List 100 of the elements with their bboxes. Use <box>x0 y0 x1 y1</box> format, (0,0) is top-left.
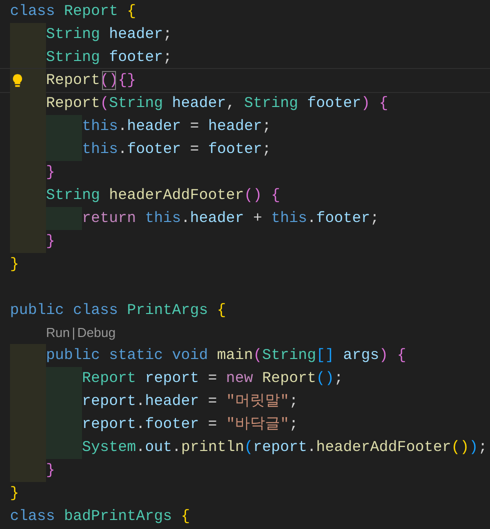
variable-name: header <box>108 25 164 45</box>
variable-name: footer <box>306 94 362 114</box>
code-punctuation: . <box>118 117 128 137</box>
bracket: ( <box>100 94 110 114</box>
type-name: String <box>46 25 100 45</box>
bracket: {} <box>118 71 136 91</box>
function-name: Report <box>46 71 100 91</box>
bracket: { <box>126 2 136 22</box>
variable-name: footer <box>207 140 262 160</box>
keyword: void <box>171 346 208 366</box>
variable-name: footer <box>316 209 370 229</box>
keyword: public <box>10 301 64 321</box>
variable-name: report <box>82 392 136 412</box>
type-name: String <box>243 94 298 114</box>
code-punctuation: . <box>172 438 182 458</box>
code-punctuation: . <box>307 209 316 229</box>
code-punctuation: . <box>136 438 146 458</box>
type-name: String <box>262 346 316 366</box>
bracket: ) <box>469 438 478 458</box>
keyword: this <box>82 117 118 137</box>
code-punctuation: ; <box>289 392 298 412</box>
code-punctuation: = <box>207 369 218 389</box>
type-name: String <box>46 186 100 206</box>
bracket: ) <box>361 94 370 114</box>
variable-name: header <box>145 392 200 412</box>
bracket: ( <box>253 346 262 366</box>
code-punctuation: = <box>207 392 218 412</box>
variable-name: footer <box>145 415 200 435</box>
keyword: this <box>144 209 182 229</box>
code-punctuation: = <box>189 140 200 160</box>
variable-name: header <box>190 209 244 229</box>
keyword: this <box>270 209 308 229</box>
code-punctuation: ; <box>334 369 344 389</box>
keyword: public <box>46 346 100 366</box>
bracket: () <box>316 369 334 389</box>
type-name: Report <box>82 369 136 389</box>
code-punctuation: . <box>136 415 146 435</box>
code-punctuation: ; <box>370 209 380 229</box>
bracket: { <box>180 507 190 527</box>
bracket: } <box>46 163 56 183</box>
bracket: ) <box>379 346 388 366</box>
code-punctuation: = <box>189 117 200 137</box>
lightbulb-icon[interactable] <box>12 73 23 88</box>
keyword: this <box>82 140 118 160</box>
bracket: ( <box>244 438 254 458</box>
type-name: String <box>109 94 164 114</box>
keyword: static <box>108 346 164 366</box>
bracket: } <box>46 232 56 252</box>
bracket: { <box>216 301 226 321</box>
code-punctuation: . <box>118 140 128 160</box>
keyword: new <box>225 369 254 389</box>
bracket: } <box>46 461 56 481</box>
codelens-link[interactable]: Debug <box>77 322 116 344</box>
variable-name: header <box>171 94 226 114</box>
bracket: } <box>10 255 20 275</box>
variable-name: footer <box>108 48 164 68</box>
code-punctuation: ; <box>289 415 298 435</box>
bracket: () <box>244 186 262 206</box>
function-name: println <box>181 438 244 458</box>
indent-guide <box>10 69 46 92</box>
variable-name: footer <box>127 140 182 160</box>
function-name: Report <box>261 369 316 389</box>
type-name: Report <box>63 2 118 22</box>
code-punctuation: ; <box>163 25 172 45</box>
string-literal: "바닥글" <box>225 415 290 435</box>
code-punctuation: . <box>307 438 316 458</box>
bracket: { <box>378 94 388 114</box>
function-name: headerAddFooter <box>108 186 244 206</box>
variable-name: out <box>145 438 172 458</box>
keyword: class <box>72 301 118 321</box>
code-punctuation: ; <box>163 48 172 68</box>
type-name: PrintArgs <box>126 301 208 321</box>
bracket: [] <box>316 346 334 366</box>
bracket: () <box>451 438 470 458</box>
code-punctuation: ; <box>262 117 272 137</box>
codelens-separator: | <box>70 324 76 342</box>
variable-name: header <box>127 117 182 137</box>
code-punctuation: ; <box>262 140 272 160</box>
keyword: return <box>82 209 136 229</box>
function-name: headerAddFooter <box>316 438 452 458</box>
function-name: main <box>216 346 254 366</box>
string-literal: "머릿말" <box>225 392 290 412</box>
bracket: { <box>396 346 406 366</box>
code-punctuation: ; <box>478 438 488 458</box>
variable-name: report <box>253 438 308 458</box>
codelens-link[interactable]: Run <box>46 322 70 344</box>
variable-name: report <box>144 369 200 389</box>
variable-name: report <box>82 415 136 435</box>
keyword: class <box>10 507 56 527</box>
keyword: class <box>10 2 56 22</box>
type-name: String <box>46 48 100 68</box>
variable-name: args <box>342 346 380 366</box>
bracket: { <box>270 186 280 206</box>
code-punctuation: , <box>226 94 236 114</box>
function-name: Report <box>46 94 100 114</box>
code-punctuation: = <box>207 415 218 435</box>
code-punctuation: . <box>136 392 146 412</box>
bracket: } <box>10 484 20 504</box>
type-name: badPrintArgs <box>63 507 172 527</box>
code-punctuation: . <box>181 209 190 229</box>
